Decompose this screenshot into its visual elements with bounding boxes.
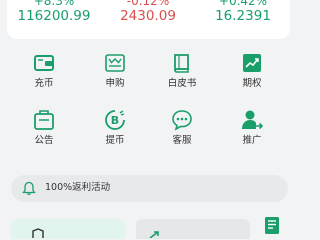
menu-withdraw[interactable]: B 提币	[78, 109, 152, 159]
arrow-icon	[149, 231, 159, 238]
subscribe-icon	[105, 54, 125, 72]
ticker-change: +0.42%	[218, 0, 268, 8]
menu-label: 期权	[242, 78, 262, 89]
menu-announcement[interactable]: 公告	[7, 109, 81, 159]
bell-icon	[22, 181, 36, 195]
document-icon[interactable]	[262, 216, 282, 234]
ticker-change: -0.12%	[126, 0, 170, 8]
book-icon	[174, 54, 189, 73]
trend-chart-icon	[243, 54, 261, 72]
notice-text: 100%返利活动	[45, 182, 111, 193]
promo-notice-bar[interactable]: 100%返利活动	[11, 175, 288, 202]
shield-icon	[32, 228, 44, 238]
menu-label: 充币	[34, 78, 54, 89]
menu-label: 提币	[105, 135, 125, 146]
menu-label: 白皮书	[167, 78, 197, 89]
menu-promotion[interactable]: 推广	[215, 109, 289, 159]
ticker-price: 116200.99	[17, 8, 91, 24]
menu-whitepaper[interactable]: 白皮书	[145, 52, 219, 102]
bitcoin-icon: B	[105, 110, 125, 130]
menu-support[interactable]: 客服	[145, 109, 219, 159]
announcement-icon	[34, 110, 54, 130]
ticker-card: +8.3% 116200.99 -0.12% 2430.09 +0.42% 16…	[7, 0, 290, 39]
svg-text:B: B	[111, 114, 119, 127]
ticker-price: 2430.09	[120, 8, 176, 24]
ticker-price: 16.2391	[215, 8, 271, 24]
feature-tile[interactable]	[136, 219, 250, 239]
menu-label: 客服	[172, 135, 192, 146]
menu-label: 公告	[34, 135, 54, 146]
menu-label: 申购	[105, 78, 125, 89]
user-share-icon	[242, 110, 263, 130]
menu-options[interactable]: 期权	[215, 52, 289, 102]
feature-tile[interactable]	[11, 219, 125, 239]
menu-label: 推广	[242, 135, 262, 146]
chat-icon	[172, 110, 192, 131]
menu-deposit[interactable]: 充币	[7, 52, 81, 102]
wallet-icon	[34, 55, 54, 71]
ticker-change: +8.3%	[33, 0, 75, 8]
menu-subscribe[interactable]: 申购	[78, 52, 152, 102]
